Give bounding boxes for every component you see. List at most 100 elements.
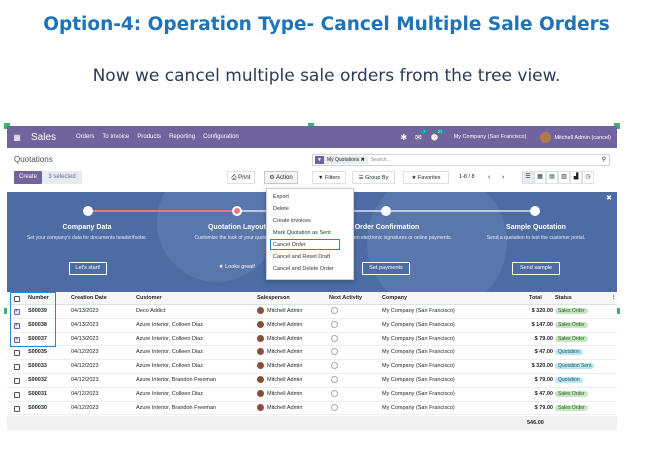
row-checkbox[interactable] xyxy=(14,405,20,412)
clock-icon[interactable] xyxy=(331,307,338,315)
cell-next-activity[interactable] xyxy=(331,388,338,401)
column-options-icon[interactable]: ⋮ xyxy=(611,292,617,305)
graph-view-icon[interactable]: ▟ xyxy=(570,171,582,184)
step-title: Sample Quotation xyxy=(506,224,566,231)
app-name[interactable]: Sales xyxy=(31,132,56,143)
calendar-view-icon[interactable]: ▤ xyxy=(546,171,558,184)
cell-next-activity[interactable] xyxy=(331,333,338,346)
cell-next-activity[interactable] xyxy=(331,319,338,332)
header-next-activity[interactable]: Next Activity xyxy=(329,292,362,305)
pager-next-icon[interactable]: › xyxy=(502,171,504,184)
menu-item-create-invoices[interactable]: Create invoices xyxy=(273,218,311,224)
cell-status: Sales Order xyxy=(555,305,588,318)
clock-icon[interactable] xyxy=(331,376,338,384)
progress-line-done xyxy=(87,210,237,212)
header-status[interactable]: Status xyxy=(555,292,572,305)
groupby-button[interactable]: ☰ Group By xyxy=(352,171,395,184)
cell-next-activity[interactable] xyxy=(331,360,338,373)
table-row[interactable]: S0003904/13/2023Deco AddictMitchell Admi… xyxy=(7,305,617,319)
cell-number: S00032 xyxy=(28,377,47,383)
cell-total: $ 320.00 xyxy=(531,363,553,370)
create-button[interactable]: Create xyxy=(14,171,42,184)
step-button[interactable]: Send sample xyxy=(512,262,560,275)
status-badge: Quotation xyxy=(555,377,583,383)
header-creation-date[interactable]: Creation Date xyxy=(71,292,107,305)
row-checkbox[interactable] xyxy=(14,378,20,384)
cell-next-activity[interactable] xyxy=(331,305,338,318)
clock-icon[interactable] xyxy=(331,403,338,411)
chat-icon[interactable]: ✉ 7 xyxy=(415,128,428,142)
clock-icon[interactable] xyxy=(331,348,338,356)
table-row[interactable]: S00035 04/12/2023 Azure Interior, Colleen … xyxy=(7,346,617,361)
funnel-icon: ▼ xyxy=(318,175,325,181)
close-icon[interactable]: ✖ xyxy=(361,157,365,163)
pivot-view-icon[interactable]: ▥ xyxy=(558,171,570,184)
clock-icon[interactable] xyxy=(331,362,338,370)
table-row[interactable]: S00032 04/12/2023 Azure Interior, Brandon … xyxy=(7,374,617,388)
pager-value[interactable]: 1-8 / 8 xyxy=(459,171,475,184)
user-menu[interactable]: Mitchell Admin (cancel) xyxy=(540,131,611,143)
cancel-order-highlight xyxy=(270,239,340,250)
step-dot xyxy=(381,206,391,216)
kanban-view-icon[interactable]: ▦ xyxy=(534,171,546,184)
step-button[interactable]: Let's start! xyxy=(69,262,107,275)
favorites-button[interactable]: ★ Favorites xyxy=(403,171,449,184)
search-facet[interactable]: My Quotations ✖ xyxy=(323,156,368,164)
search-bar[interactable]: ▼ My Quotations ✖ Search... ⚲ xyxy=(312,154,610,166)
menu-products[interactable]: Products xyxy=(137,134,161,140)
menu-item-export[interactable]: Export xyxy=(273,194,289,200)
cell-status: Quotation xyxy=(555,346,583,359)
apps-menu-icon[interactable]: ▦ xyxy=(9,133,25,142)
action-button[interactable]: ⚙ Action xyxy=(264,171,298,184)
table-row[interactable]: S0003804/13/2023Azure Interior, Colleen … xyxy=(7,319,617,333)
activity-view-icon[interactable]: ◷ xyxy=(582,171,594,184)
menu-item-cancel-delete-order[interactable]: Cancel and Delete Order xyxy=(273,266,334,272)
step-button[interactable]: Set payments xyxy=(362,262,410,275)
menu-to-invoice[interactable]: To Invoice xyxy=(102,134,129,140)
header-company[interactable]: Company xyxy=(382,292,407,305)
search-input[interactable]: Search... xyxy=(371,157,391,163)
row-checkbox[interactable] xyxy=(14,364,20,371)
cell-next-activity[interactable] xyxy=(331,346,338,359)
groupby-label: Group By xyxy=(365,175,389,181)
pager-previous-icon[interactable]: ‹ xyxy=(488,171,490,184)
filters-button[interactable]: ▼ Filters xyxy=(312,171,346,184)
cell-status: Sales Order xyxy=(555,319,588,332)
search-icon[interactable]: ⚲ xyxy=(602,156,606,163)
print-button[interactable]: ⎙ Print xyxy=(227,171,255,184)
header-total[interactable]: Total xyxy=(529,292,542,305)
salesperson-name: Mitchell Admin xyxy=(267,404,303,411)
menu-item-delete[interactable]: Delete xyxy=(273,206,289,212)
bug-icon[interactable]: ✱ xyxy=(400,133,407,142)
activity-icon[interactable]: ⌚ 27 xyxy=(430,128,445,142)
cell-number: S00033 xyxy=(28,363,47,370)
menu-item-mark-sent[interactable]: Mark Quotation as Sent xyxy=(273,230,331,236)
row-checkbox[interactable] xyxy=(14,350,20,357)
list-view-icon[interactable]: ☰ xyxy=(522,171,534,184)
menu-orders[interactable]: Orders xyxy=(76,134,94,140)
cell-salesperson: Mitchell Admin xyxy=(257,305,302,318)
table-row[interactable]: S00033 04/12/2023 Azure Interior, Colleen … xyxy=(7,360,617,374)
menu-item-cancel-reset-draft[interactable]: Cancel and Reset Draft xyxy=(273,254,330,260)
avatar xyxy=(257,389,264,397)
status-badge: Sales Order xyxy=(555,404,588,411)
table-row[interactable]: S00030 04/12/2023 Azure Interior, Brandon … xyxy=(7,402,617,416)
close-icon[interactable]: ✖ xyxy=(606,194,612,202)
table-row[interactable]: S0003704/13/2023Azure Interior, Colleen … xyxy=(7,333,617,347)
cell-next-activity[interactable] xyxy=(331,374,338,387)
menu-configuration[interactable]: Configuration xyxy=(203,134,239,140)
salesperson-name: Mitchell Admin xyxy=(267,363,303,370)
cell-total: $ 79.00 xyxy=(534,404,553,411)
breadcrumb[interactable]: Quotations xyxy=(14,155,53,164)
menu-reporting[interactable]: Reporting xyxy=(169,134,195,140)
clock-icon[interactable] xyxy=(331,320,338,328)
header-salesperson[interactable]: Salesperson xyxy=(257,292,290,305)
clock-icon[interactable] xyxy=(331,334,338,342)
header-customer[interactable]: Customer xyxy=(136,292,162,305)
clock-icon[interactable] xyxy=(331,389,338,397)
table-row[interactable]: S00031 04/12/2023 Azure Interior, Colleen … xyxy=(7,388,617,402)
cell-next-activity[interactable] xyxy=(331,402,338,415)
company-switcher[interactable]: My Company (San Francisco) xyxy=(454,134,527,140)
status-badge: Sales Order xyxy=(555,308,588,314)
row-checkbox[interactable] xyxy=(14,391,20,398)
